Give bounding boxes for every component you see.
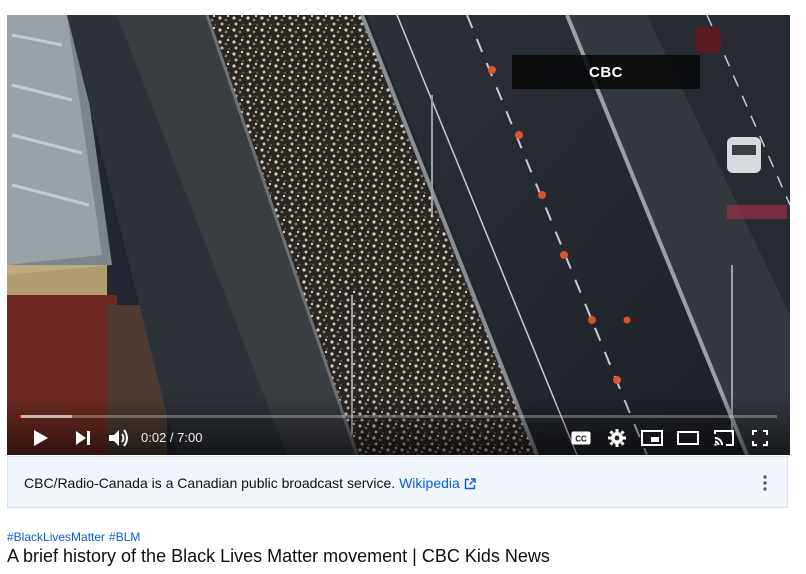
channel-watermark: CBC xyxy=(512,55,700,89)
cast-button[interactable] xyxy=(708,422,740,454)
info-panel-text: CBC/Radio-Canada is a Canadian public br… xyxy=(24,475,396,491)
wikipedia-link[interactable]: Wikipedia xyxy=(399,475,476,491)
hashtag-link[interactable]: #BLM xyxy=(109,530,140,544)
more-vert-icon xyxy=(763,475,767,491)
video-title: A brief history of the Black Lives Matte… xyxy=(7,546,550,566)
miniplayer-button[interactable] xyxy=(636,422,668,454)
play-icon xyxy=(34,430,48,446)
external-link-icon xyxy=(464,478,476,490)
info-panel-text-row: CBC/Radio-Canada is a Canadian public br… xyxy=(24,475,476,491)
progress-loaded xyxy=(19,415,72,418)
progress-played xyxy=(19,415,21,418)
volume-icon xyxy=(109,429,128,447)
time-display: 0:02 / 7:00 xyxy=(141,430,203,445)
info-panel-menu-button[interactable] xyxy=(755,470,775,496)
svg-text:CC: CC xyxy=(575,435,587,444)
fullscreen-button[interactable] xyxy=(744,422,776,454)
theater-icon xyxy=(677,431,699,445)
player-controls: 0:02 / 7:00 CC xyxy=(7,422,790,454)
play-button[interactable] xyxy=(25,422,57,454)
video-player[interactable]: CBC 0:02 / 7:00 CC xyxy=(7,15,790,455)
settings-button[interactable] xyxy=(601,422,633,454)
miniplayer-icon xyxy=(641,430,663,446)
next-button[interactable] xyxy=(67,422,99,454)
gear-icon xyxy=(608,429,626,447)
cast-icon xyxy=(714,430,734,446)
theater-mode-button[interactable] xyxy=(672,422,704,454)
volume-button[interactable] xyxy=(103,422,135,454)
wikipedia-link-label: Wikipedia xyxy=(399,475,460,491)
info-panel: CBC/Radio-Canada is a Canadian public br… xyxy=(7,456,788,508)
hashtags: #BlackLivesMatter #BLM xyxy=(7,530,144,544)
fullscreen-icon xyxy=(752,430,768,446)
hashtag-link[interactable]: #BlackLivesMatter xyxy=(7,530,105,544)
cc-icon: CC xyxy=(571,431,591,445)
next-icon xyxy=(76,431,90,445)
progress-bar[interactable] xyxy=(19,415,777,418)
captions-button[interactable]: CC xyxy=(565,422,597,454)
